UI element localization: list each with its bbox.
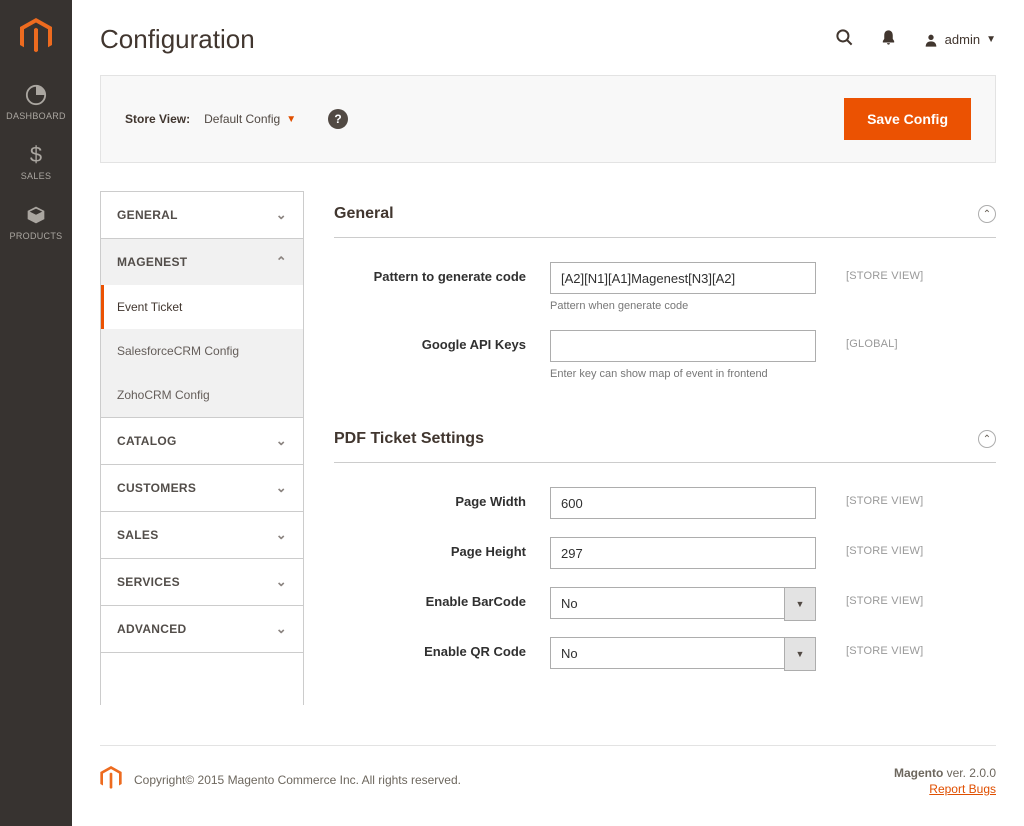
caret-down-icon: ▼ [286, 114, 296, 125]
chevron-down-icon: ⌄ [276, 480, 287, 496]
section-header-pdf[interactable]: PDF Ticket Settings ⌃ [334, 416, 996, 463]
dashboard-icon [25, 83, 47, 107]
tab-header-services[interactable]: SERVICES ⌄ [101, 559, 303, 605]
tab-item-event-ticket[interactable]: Event Ticket [101, 285, 303, 329]
report-bugs-link[interactable]: Report Bugs [894, 782, 996, 796]
input-pattern[interactable] [550, 262, 816, 294]
label-page-height: Page Height [334, 537, 550, 559]
user-icon [923, 32, 939, 48]
tab-header-catalog[interactable]: CATALOG ⌄ [101, 418, 303, 464]
input-google-api[interactable] [550, 330, 816, 362]
tab-group-catalog: CATALOG ⌄ [101, 418, 303, 465]
magento-logo-footer [100, 766, 122, 793]
admin-sidebar: DASHBOARD $ SALES PRODUCTS [0, 0, 72, 826]
tab-group-customers: CUSTOMERS ⌄ [101, 465, 303, 512]
nav-sales[interactable]: $ SALES [0, 131, 72, 191]
scope-enable-barcode: [STORE VIEW] [816, 587, 926, 607]
nav-products[interactable]: PRODUCTS [0, 191, 72, 251]
input-page-width[interactable] [550, 487, 816, 519]
hint-pattern: Pattern when generate code [550, 300, 816, 312]
chevron-down-icon: ⌄ [276, 527, 287, 543]
tab-group-sales: SALES ⌄ [101, 512, 303, 559]
tab-group-general: GENERAL ⌄ [101, 192, 303, 239]
page-footer: Copyright© 2015 Magento Commerce Inc. Al… [100, 745, 996, 826]
page-toolbar: Store View: Default Config ▼ ? Save Conf… [100, 75, 996, 163]
tab-group-services: SERVICES ⌄ [101, 559, 303, 606]
section-general: General ⌃ Pattern to generate code Patte… [334, 191, 996, 408]
notifications-icon[interactable] [880, 29, 897, 51]
tab-group-magenest: MAGENEST ⌃ Event Ticket SalesforceCRM Co… [101, 239, 303, 418]
copyright-text: Copyright© 2015 Magento Commerce Inc. Al… [134, 773, 461, 787]
label-pattern: Pattern to generate code [334, 262, 550, 284]
tab-header-magenest[interactable]: MAGENEST ⌃ [101, 239, 303, 285]
chevron-down-icon: ⌄ [276, 621, 287, 637]
scope-enable-qrcode: [STORE VIEW] [816, 637, 926, 657]
store-view-label: Store View: [125, 112, 190, 126]
select-enable-qrcode[interactable]: No [550, 637, 816, 669]
page-title: Configuration [100, 24, 255, 55]
label-enable-barcode: Enable BarCode [334, 587, 550, 609]
label-page-width: Page Width [334, 487, 550, 509]
config-tabs: GENERAL ⌄ MAGENEST ⌃ Event Ticket Salesf… [100, 191, 304, 705]
input-page-height[interactable] [550, 537, 816, 569]
label-google-api: Google API Keys [334, 330, 550, 352]
section-pdf: PDF Ticket Settings ⌃ Page Width [STORE … [334, 416, 996, 697]
label-enable-qrcode: Enable QR Code [334, 637, 550, 659]
chevron-down-icon: ⌄ [276, 207, 287, 223]
magento-logo[interactable] [20, 0, 52, 71]
tab-header-sales[interactable]: SALES ⌄ [101, 512, 303, 558]
scope-page-width: [STORE VIEW] [816, 487, 926, 507]
collapse-icon: ⌃ [978, 205, 996, 223]
tab-item-zohocrm[interactable]: ZohoCRM Config [101, 373, 303, 417]
tab-header-general[interactable]: GENERAL ⌄ [101, 192, 303, 238]
hint-google-api: Enter key can show map of event in front… [550, 368, 816, 380]
scope-page-height: [STORE VIEW] [816, 537, 926, 557]
chevron-up-icon: ⌃ [276, 254, 287, 270]
tab-item-salesforcecrm[interactable]: SalesforceCRM Config [101, 329, 303, 373]
tab-header-advanced[interactable]: ADVANCED ⌄ [101, 606, 303, 652]
chevron-down-icon: ⌄ [276, 433, 287, 449]
tab-header-customers[interactable]: CUSTOMERS ⌄ [101, 465, 303, 511]
store-view-switcher[interactable]: Default Config ▼ [204, 112, 296, 126]
scope-pattern: [STORE VIEW] [816, 262, 926, 282]
user-menu[interactable]: admin ▼ [923, 32, 996, 48]
caret-down-icon: ▼ [986, 34, 996, 45]
scope-google-api: [GLOBAL] [816, 330, 926, 350]
nav-dashboard[interactable]: DASHBOARD [0, 71, 72, 131]
dollar-icon: $ [30, 143, 42, 167]
search-icon[interactable] [835, 28, 854, 52]
select-enable-barcode[interactable]: No [550, 587, 816, 619]
cube-icon [26, 203, 46, 227]
section-header-general[interactable]: General ⌃ [334, 191, 996, 238]
chevron-down-icon: ⌄ [276, 574, 287, 590]
tab-group-advanced: ADVANCED ⌄ [101, 606, 303, 653]
collapse-icon: ⌃ [978, 430, 996, 448]
save-config-button[interactable]: Save Config [844, 98, 971, 140]
help-icon[interactable]: ? [328, 109, 348, 129]
